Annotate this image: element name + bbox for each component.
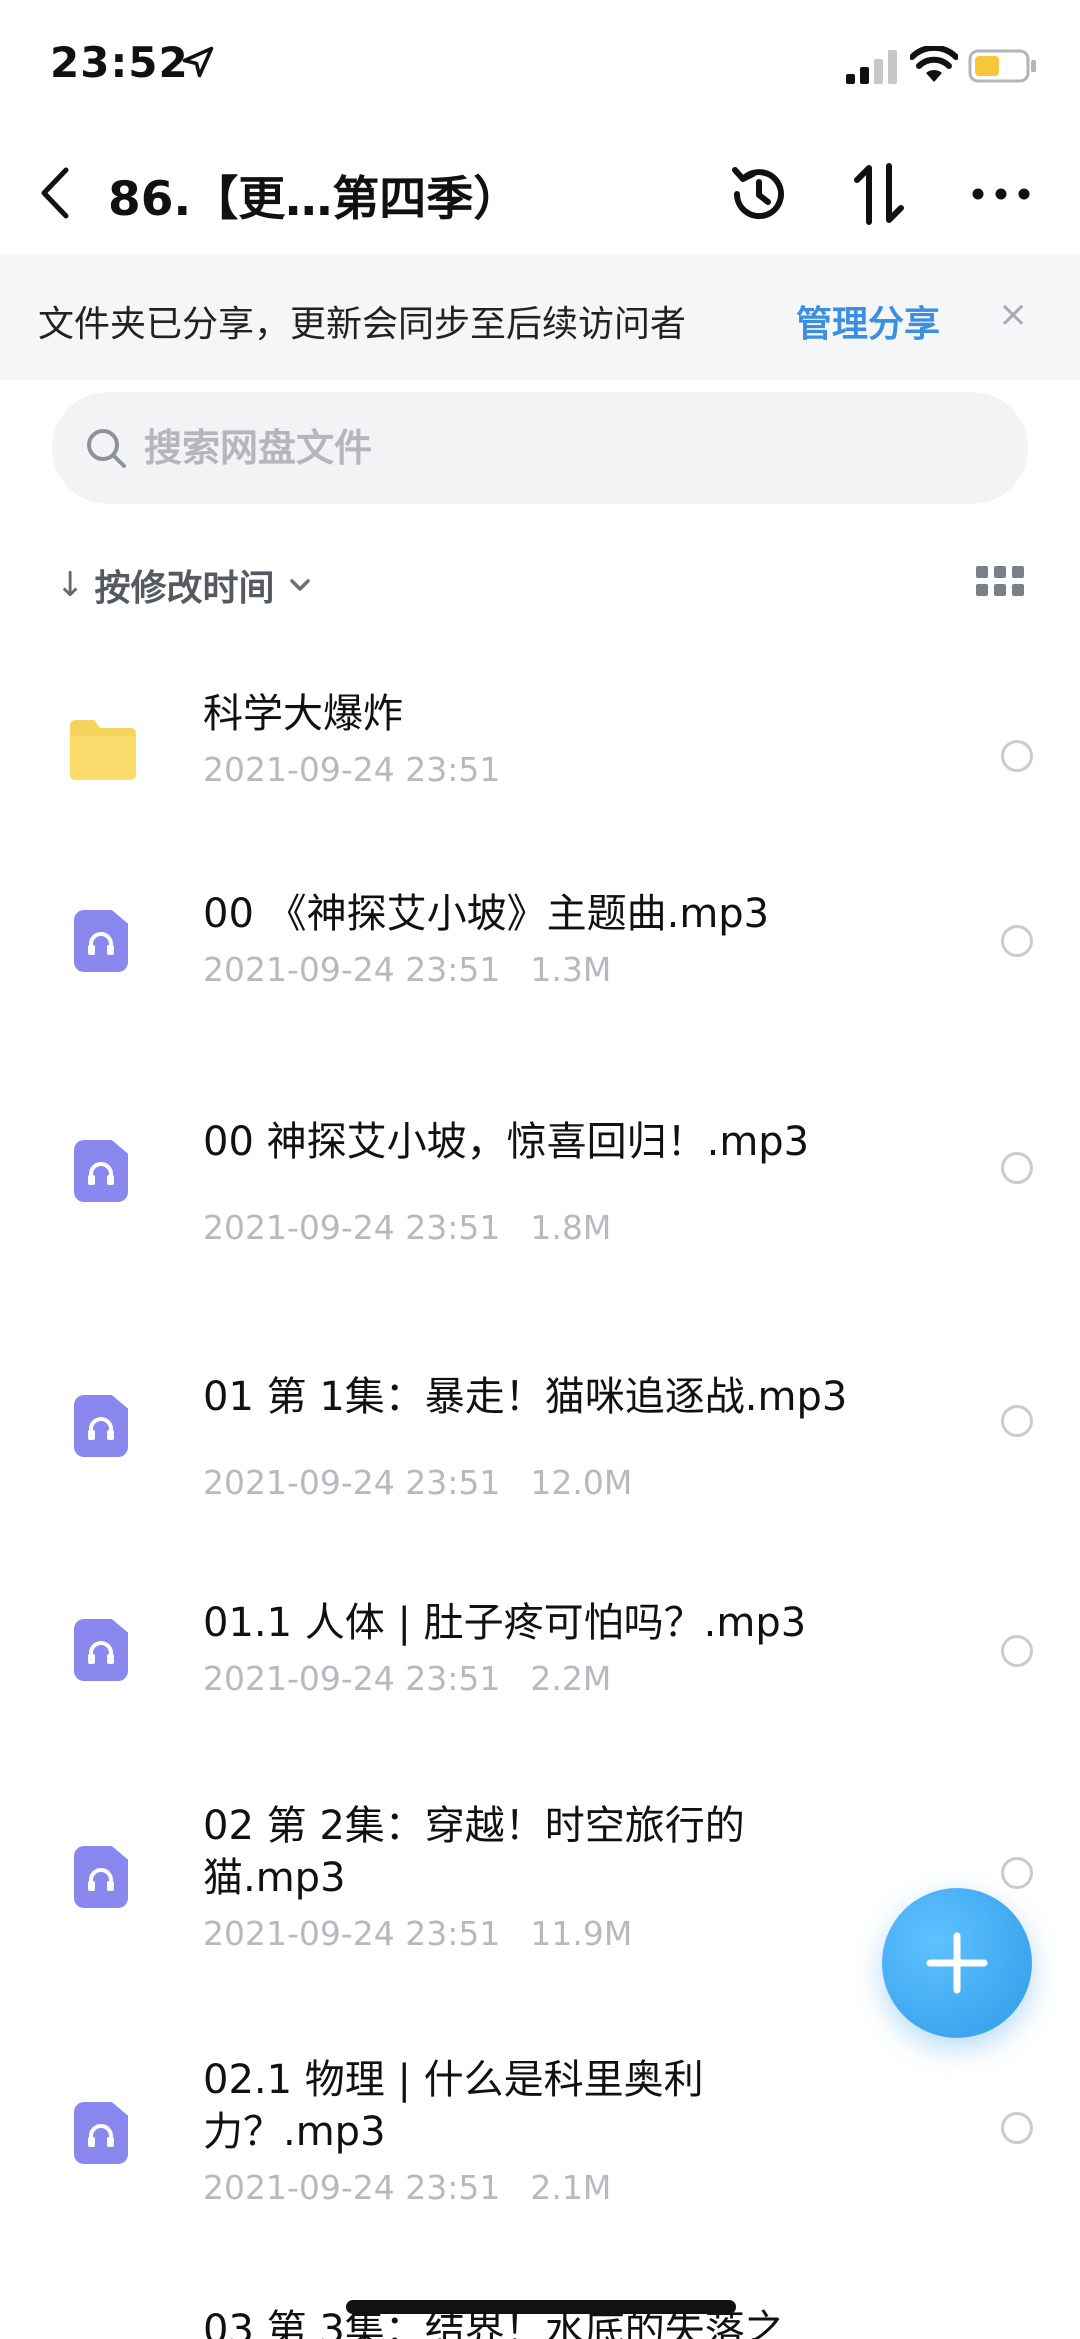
file-size: 11.9M xyxy=(530,1914,633,1953)
file-meta: 2021-09-24 23:51 1.8M xyxy=(203,1208,611,1247)
search-input[interactable] xyxy=(144,420,844,476)
manage-share-link[interactable]: 管理分享 xyxy=(796,295,940,347)
search-icon xyxy=(87,429,126,468)
more-button[interactable] xyxy=(966,158,1036,230)
location-arrow-icon xyxy=(182,46,214,78)
history-icon xyxy=(732,167,784,220)
cellular-signal-icon xyxy=(846,50,897,84)
folder-icon xyxy=(70,720,136,780)
list-item[interactable]: 00 神探艾小坡，惊喜回归！.mp3 2021-09-24 23:51 1.8M xyxy=(0,1110,1080,1260)
select-checkbox[interactable] xyxy=(1001,2112,1033,2144)
file-name: 00 《神探艾小坡》主题曲.mp3 xyxy=(203,891,770,937)
list-item[interactable]: 01 第 1集：暴走！猫咪追逐战.mp3 2021-09-24 23:51 12.… xyxy=(0,1365,1080,1515)
file-date: 2021-09-24 23:51 xyxy=(203,1463,501,1502)
status-time: 23:52 xyxy=(50,38,189,87)
file-meta: 2021-09-24 23:51 12.0M xyxy=(203,1463,632,1502)
page-title: 86.【更…第四季） xyxy=(108,172,521,227)
status-bar: 23:52 xyxy=(0,0,1080,140)
file-name: 00 神探艾小坡，惊喜回归！.mp3 xyxy=(203,1119,810,1165)
select-checkbox[interactable] xyxy=(1001,1152,1033,1184)
file-meta: 2021-09-24 23:51 2.2M xyxy=(203,1659,611,1698)
sort-button[interactable] xyxy=(846,158,912,230)
sort-direction-icon: ↓ xyxy=(56,565,85,605)
file-meta: 2021-09-24 23:51 1.3M xyxy=(203,950,611,989)
file-size: 2.1M xyxy=(530,2168,612,2207)
file-date: 2021-09-24 23:51 xyxy=(203,1914,501,1953)
select-checkbox[interactable] xyxy=(1001,1635,1033,1667)
list-item[interactable]: 01.1 人体 | 肚子疼可怕吗？.mp3 2021-09-24 23:51 2.… xyxy=(0,1595,1080,1725)
file-date: 2021-09-24 23:51 xyxy=(203,2168,501,2207)
battery-icon xyxy=(968,49,1036,83)
sort-selector[interactable]: ↓ 按修改时间 xyxy=(56,555,311,615)
nav-bar: 86.【更…第四季） xyxy=(0,140,1080,255)
add-button[interactable] xyxy=(882,1888,1032,2038)
file-name: 科学大爆炸 xyxy=(203,691,403,737)
chevron-left-icon xyxy=(41,167,69,219)
audio-file-icon xyxy=(66,1391,140,1461)
wifi-icon xyxy=(910,46,958,82)
file-size: 1.3M xyxy=(530,950,612,989)
file-size: 12.0M xyxy=(530,1463,633,1502)
more-dots-icon xyxy=(972,188,1030,200)
audio-file-icon xyxy=(66,906,140,976)
chevron-down-icon xyxy=(289,579,310,591)
sort-label: 按修改时间 xyxy=(94,568,275,609)
select-checkbox[interactable] xyxy=(1001,925,1033,957)
grid-view-icon xyxy=(976,566,988,578)
file-name: 02 第 2集：穿越！时空旅行的猫.mp3 xyxy=(203,1803,745,1901)
grid-view-toggle[interactable] xyxy=(976,566,1024,602)
select-checkbox[interactable] xyxy=(1001,1857,1033,1889)
file-size: 1.8M xyxy=(530,1208,612,1247)
home-indicator xyxy=(346,2300,736,2314)
file-date: 2021-09-24 23:51 xyxy=(203,1659,501,1698)
audio-file-icon xyxy=(66,1615,140,1685)
sort-arrows-icon xyxy=(854,163,904,225)
audio-file-icon xyxy=(66,1136,140,1206)
back-button[interactable] xyxy=(24,158,84,228)
search-bar[interactable] xyxy=(52,392,1028,504)
file-name: 02.1 物理 | 什么是科里奥利力？.mp3 xyxy=(203,2057,704,2155)
list-item[interactable]: 科学大爆炸 2021-09-24 23:51 xyxy=(0,680,1080,820)
audio-file-icon xyxy=(66,1842,140,1912)
share-banner-text: 文件夹已分享，更新会同步至后续访问者 xyxy=(38,304,687,345)
list-item[interactable]: 00 《神探艾小坡》主题曲.mp3 2021-09-24 23:51 1.3M xyxy=(0,880,1080,1020)
plus-icon xyxy=(926,1932,988,1994)
file-date: 2021-09-24 23:51 xyxy=(203,1208,501,1247)
file-meta: 2021-09-24 23:51 11.9M xyxy=(203,1914,632,1953)
close-banner-button[interactable]: × xyxy=(998,295,1028,335)
file-name: 01.1 人体 | 肚子疼可怕吗？.mp3 xyxy=(203,1600,807,1646)
file-size: 2.2M xyxy=(530,1659,612,1698)
file-meta: 2021-09-24 23:51 xyxy=(203,750,500,789)
select-checkbox[interactable] xyxy=(1001,740,1033,772)
history-button[interactable] xyxy=(726,158,792,230)
list-item[interactable]: 02.1 物理 | 什么是科里奥利力？.mp3 2021-09-24 23:51… xyxy=(0,2054,1080,2214)
file-date: 2021-09-24 23:51 xyxy=(203,950,501,989)
file-meta: 2021-09-24 23:51 2.1M xyxy=(203,2168,611,2207)
select-checkbox[interactable] xyxy=(1001,1405,1033,1437)
audio-file-icon xyxy=(66,2098,140,2168)
file-date: 2021-09-24 23:51 xyxy=(203,750,501,789)
file-name: 01 第 1集：暴走！猫咪追逐战.mp3 xyxy=(203,1374,848,1420)
share-banner: 文件夹已分享，更新会同步至后续访问者 管理分享 × xyxy=(0,255,1080,380)
